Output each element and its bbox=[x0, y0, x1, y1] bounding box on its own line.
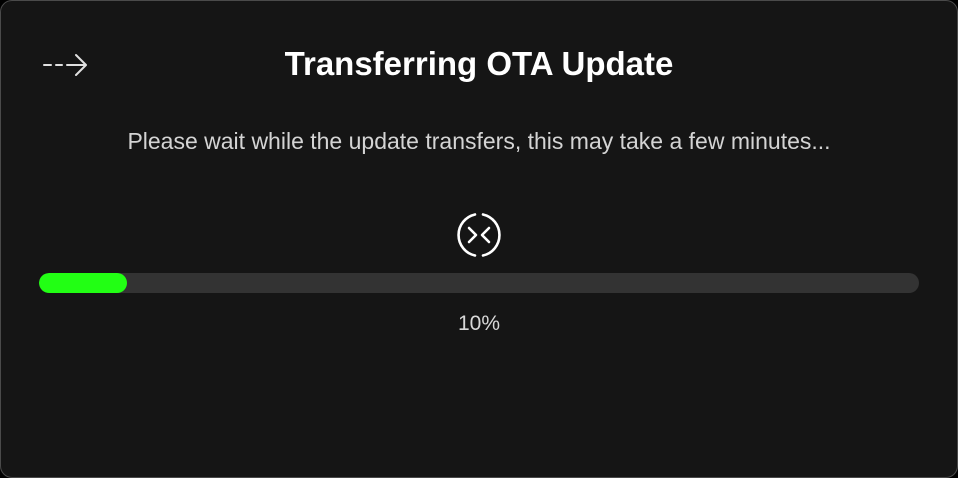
progress-bar-fill bbox=[39, 273, 127, 293]
ota-update-dialog: Transferring OTA Update Please wait whil… bbox=[0, 0, 958, 478]
progress-bar bbox=[39, 273, 919, 293]
dialog-message: Please wait while the update transfers, … bbox=[127, 128, 831, 154]
sync-circle-icon bbox=[457, 213, 501, 257]
dialog-title: Transferring OTA Update bbox=[284, 45, 674, 82]
progress-percent-label: 10% bbox=[457, 312, 501, 335]
